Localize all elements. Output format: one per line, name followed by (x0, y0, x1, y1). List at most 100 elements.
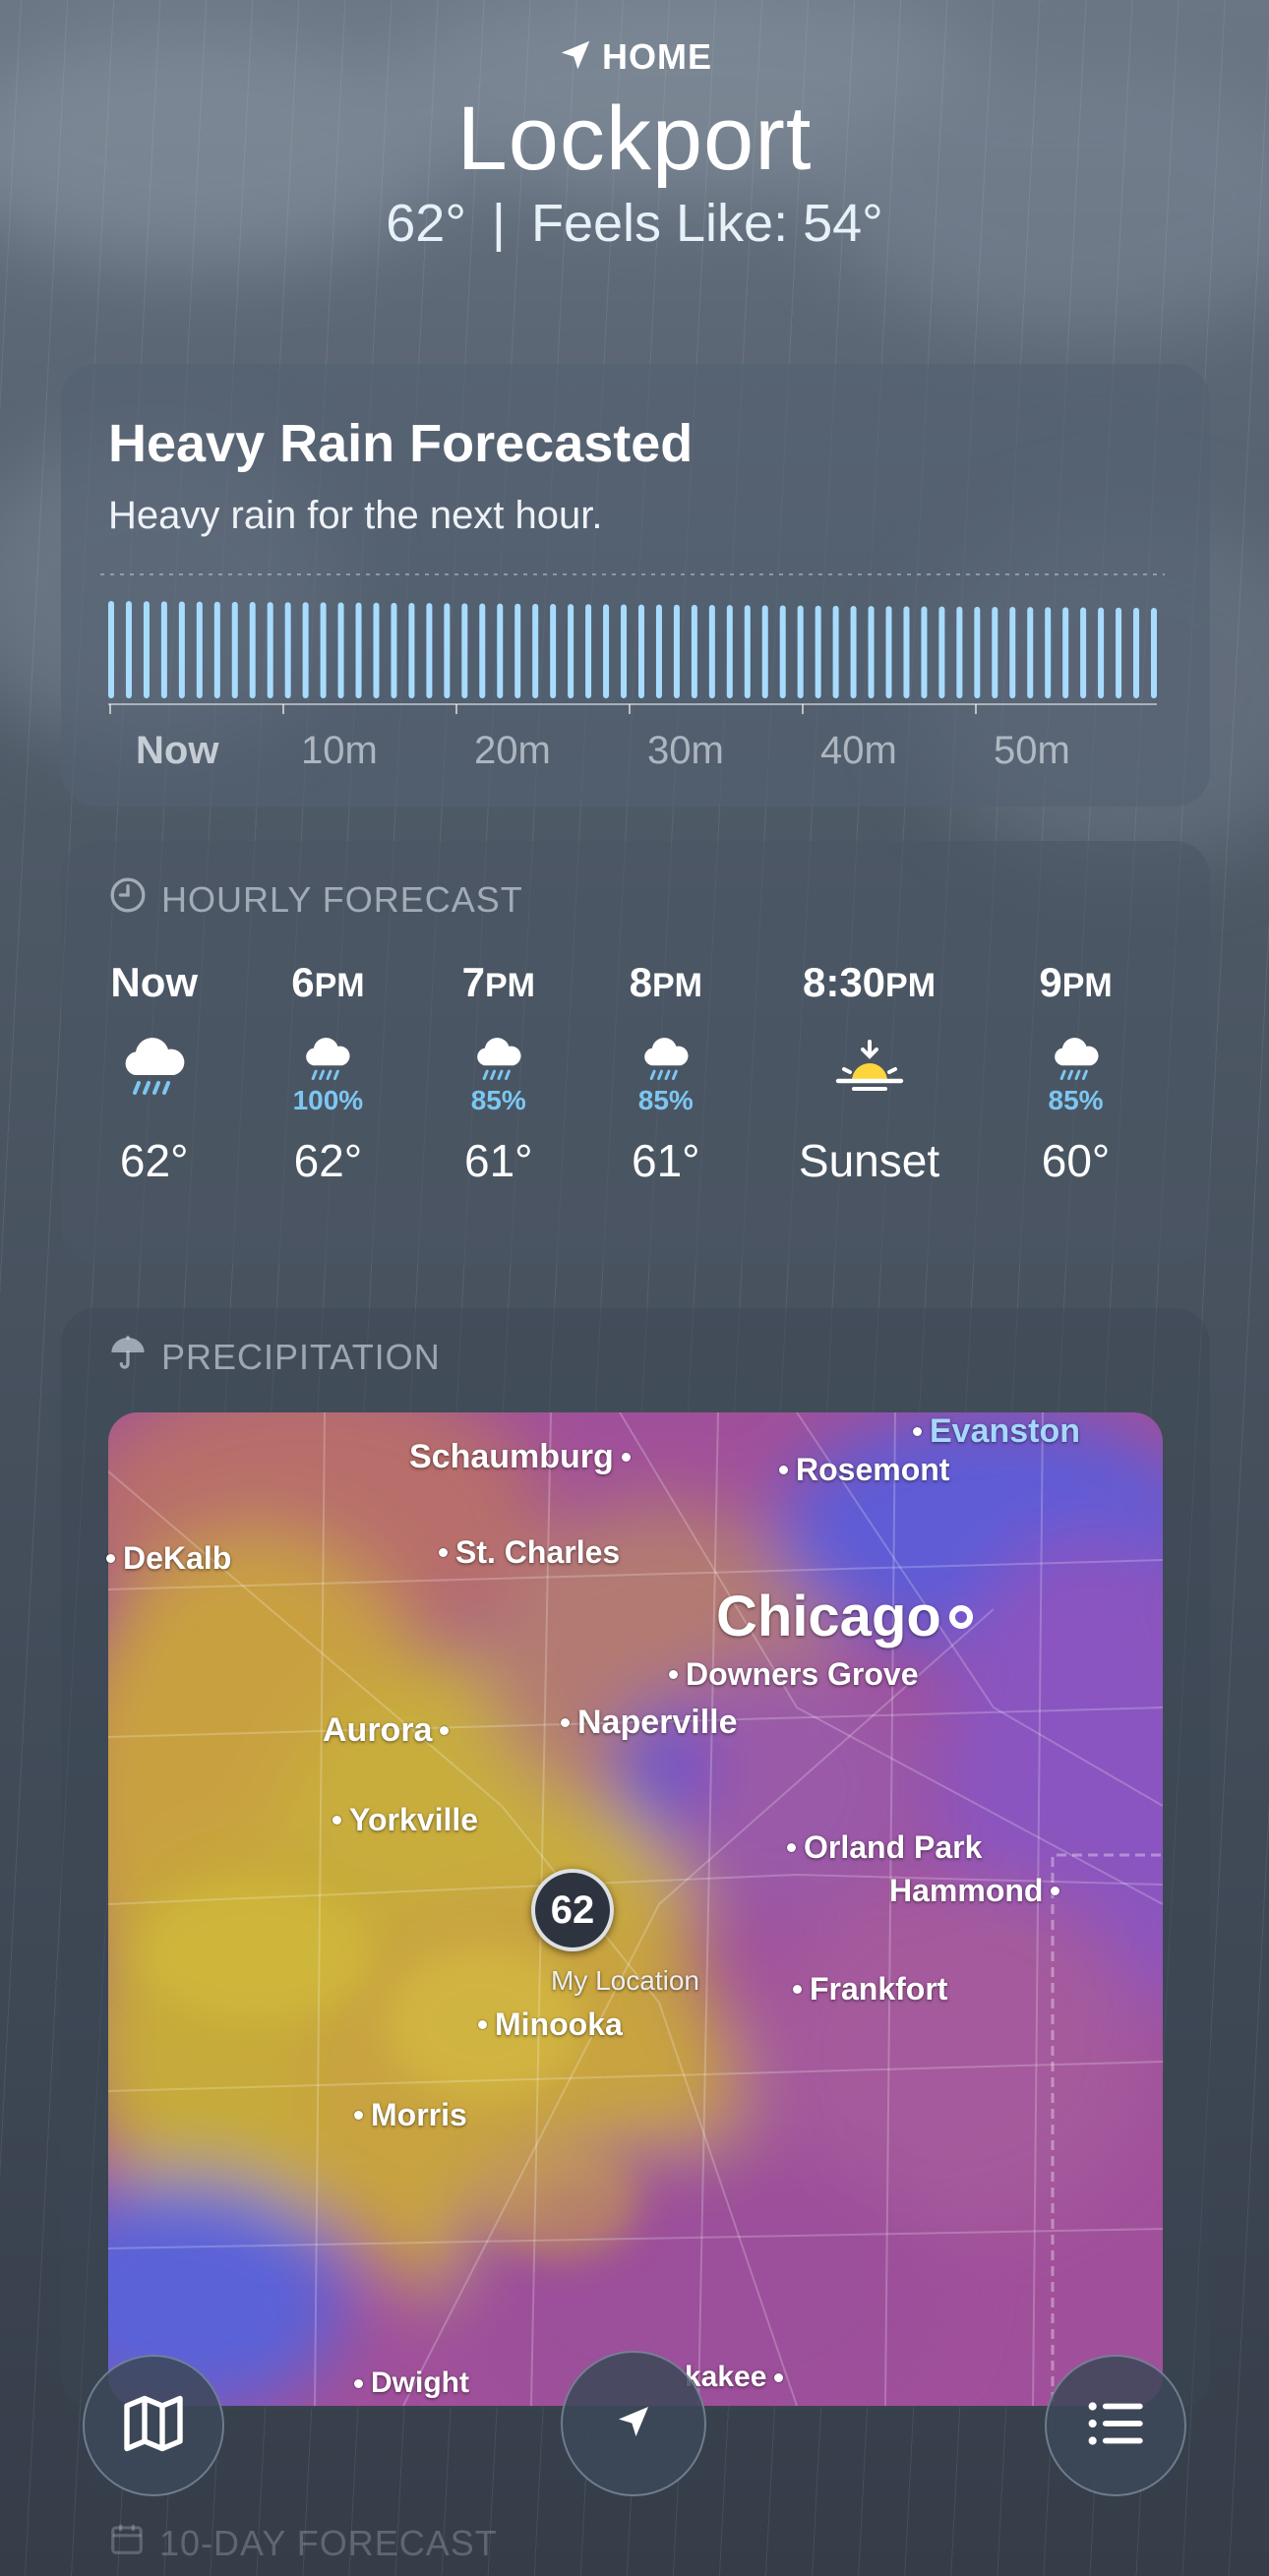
hourly-forecast-card[interactable]: HOURLY FORECAST Now 62° 6PM 100% 62° 7PM 85% 61… (61, 841, 1210, 1264)
hourly-scroller[interactable]: Now 62° 6PM 100% 62° 7PM 85% 61° 8PM 85% 61° 8:30PM… (61, 959, 1210, 1254)
rain-intensity-bar (761, 605, 768, 698)
feels-like: Feels Like: 54° (530, 194, 883, 253)
rain-intensity-bar (1151, 608, 1157, 698)
rain-intensity-bar (213, 601, 220, 698)
map-label-rosemont[interactable]: Rosemont (779, 1452, 949, 1488)
list-icon (1081, 2389, 1150, 2463)
rain-intensity-bar (320, 602, 327, 698)
rain-intensity-bar (444, 603, 451, 698)
location-arrow-icon (614, 2402, 653, 2446)
precipitation-map[interactable] (108, 1412, 1163, 2406)
map-label-kankakee[interactable]: kakee (685, 2361, 784, 2394)
hourly-temperature: 61° (632, 1135, 700, 1186)
time-label: 10m (301, 729, 378, 772)
rain-intensity-bar (868, 606, 875, 698)
rain-intensity-bar (108, 601, 114, 698)
hourly-item: 6PM 100% 62° (254, 959, 401, 1187)
rain-cloud-icon: 85% (1002, 1008, 1150, 1116)
precipitation-header: PRECIPITATION (108, 1333, 441, 1381)
map-label-dekalb[interactable]: DeKalb (106, 1540, 231, 1577)
rain-intensity-bar (125, 601, 132, 698)
map-label-dwight[interactable]: Dwight (354, 2366, 469, 2400)
hourly-time: 9PM (1039, 959, 1113, 1005)
current-location-button[interactable] (561, 2351, 706, 2496)
map-label-downers-grove[interactable]: Downers Grove (669, 1656, 919, 1693)
rain-intensity-bar (143, 601, 150, 698)
rain-intensity-bar (691, 604, 697, 698)
rain-intensity-bar (196, 601, 203, 698)
rain-intensity-bar (337, 602, 344, 698)
rain-intensity-bar (1116, 607, 1122, 698)
rain-intensity-bar (708, 605, 715, 698)
map-button[interactable] (83, 2355, 224, 2496)
time-label: 20m (474, 729, 551, 772)
rain-alert-subtitle: Heavy rain for the next hour. (108, 494, 603, 537)
precip-chance: 100% (292, 1085, 364, 1115)
rain-intensity-bar (267, 602, 273, 698)
rain-intensity-bar (603, 604, 610, 698)
map-label-chicago[interactable]: Chicago (716, 1584, 973, 1649)
precipitation-card[interactable]: PRECIPITATION (61, 1308, 1210, 2410)
locations-list-button[interactable] (1045, 2355, 1186, 2496)
city-name: Lockport (456, 89, 813, 189)
precip-chance: 85% (1048, 1085, 1104, 1115)
rain-intensity-bar (797, 605, 804, 698)
hourly-temperature: 61° (463, 1135, 533, 1186)
map-label-minooka[interactable]: Minooka (478, 2007, 623, 2043)
rain-intensity-bar (992, 606, 998, 698)
rain-intensity-bar (832, 605, 839, 698)
rain-intensity-bar (585, 604, 592, 698)
my-location-caption: My Location (551, 1965, 699, 1996)
hourly-item: 8:30PM Sunset (771, 959, 968, 1187)
map-label-hammond[interactable]: Hammond (889, 1873, 1060, 1909)
next-hour-rain-chart: Now 10m 20m 30m 40m 50m (100, 573, 1165, 772)
map-label-st-charles[interactable]: St. Charles (439, 1534, 620, 1571)
hourly-item: 8PM 85% 61° (592, 959, 740, 1187)
map-label-evanston[interactable]: Evanston (913, 1412, 1080, 1451)
umbrella-icon (108, 1333, 148, 1381)
rain-intensity-bar (815, 605, 821, 698)
separator: | (491, 194, 506, 253)
map-label-yorkville[interactable]: Yorkville (332, 1802, 478, 1838)
hourly-time: 8:30PM (802, 959, 937, 1005)
hourly-item: Now 62° (81, 959, 228, 1187)
precip-chance: 85% (470, 1085, 526, 1115)
hourly-temperature: 60° (1041, 1135, 1111, 1186)
sunset-icon (771, 1008, 968, 1116)
rain-intensity-bar (921, 606, 928, 698)
rain-intensity-bar (885, 606, 892, 698)
rain-intensity-bar (249, 601, 256, 698)
map-label-aurora[interactable]: Aurora (323, 1711, 450, 1750)
map-label-frankfort[interactable]: Frankfort (793, 1971, 947, 2007)
rain-intensity-bar (373, 602, 380, 698)
rain-intensity-bar (655, 604, 662, 698)
rain-intensity-bar (1027, 607, 1034, 698)
current-temperature: 62° (386, 194, 466, 253)
rain-intensity-bar (850, 605, 857, 698)
map-label-orland-park[interactable]: Orland Park (787, 1829, 982, 1866)
hourly-time: Now (110, 959, 199, 1005)
rain-intensity-bar (621, 604, 628, 698)
rain-intensity-bar (532, 603, 539, 698)
map-label-naperville[interactable]: Naperville (561, 1704, 738, 1742)
rain-intensity-bar (178, 601, 185, 698)
my-location-marker[interactable]: 62 (531, 1869, 614, 1951)
ten-day-forecast-title: 10-DAY FORECAST (159, 2522, 498, 2563)
home-indicator: HOME (0, 33, 1269, 81)
map-label-schaumburg[interactable]: Schaumburg (409, 1438, 631, 1476)
precipitation-title: PRECIPITATION (161, 1336, 441, 1377)
rain-intensity-bar (673, 604, 680, 698)
time-label: 30m (647, 729, 724, 772)
hourly-time: 7PM (461, 959, 535, 1005)
rain-intensity-bar (426, 603, 433, 698)
ten-day-forecast-header: 10-DAY FORECAST (108, 2520, 498, 2566)
rain-intensity-bar (284, 602, 291, 698)
rain-alert-card[interactable]: Heavy Rain Forecasted Heavy rain for the… (61, 364, 1210, 807)
rain-intensity-bar (1045, 607, 1052, 698)
map-icon (118, 2388, 189, 2464)
hourly-time: 6PM (291, 959, 365, 1005)
map-label-morris[interactable]: Morris (354, 2097, 467, 2133)
rain-cloud-icon: 85% (425, 1008, 573, 1116)
rain-intensity-bar (461, 603, 468, 698)
rain-alert-title: Heavy Rain Forecasted (108, 414, 694, 473)
